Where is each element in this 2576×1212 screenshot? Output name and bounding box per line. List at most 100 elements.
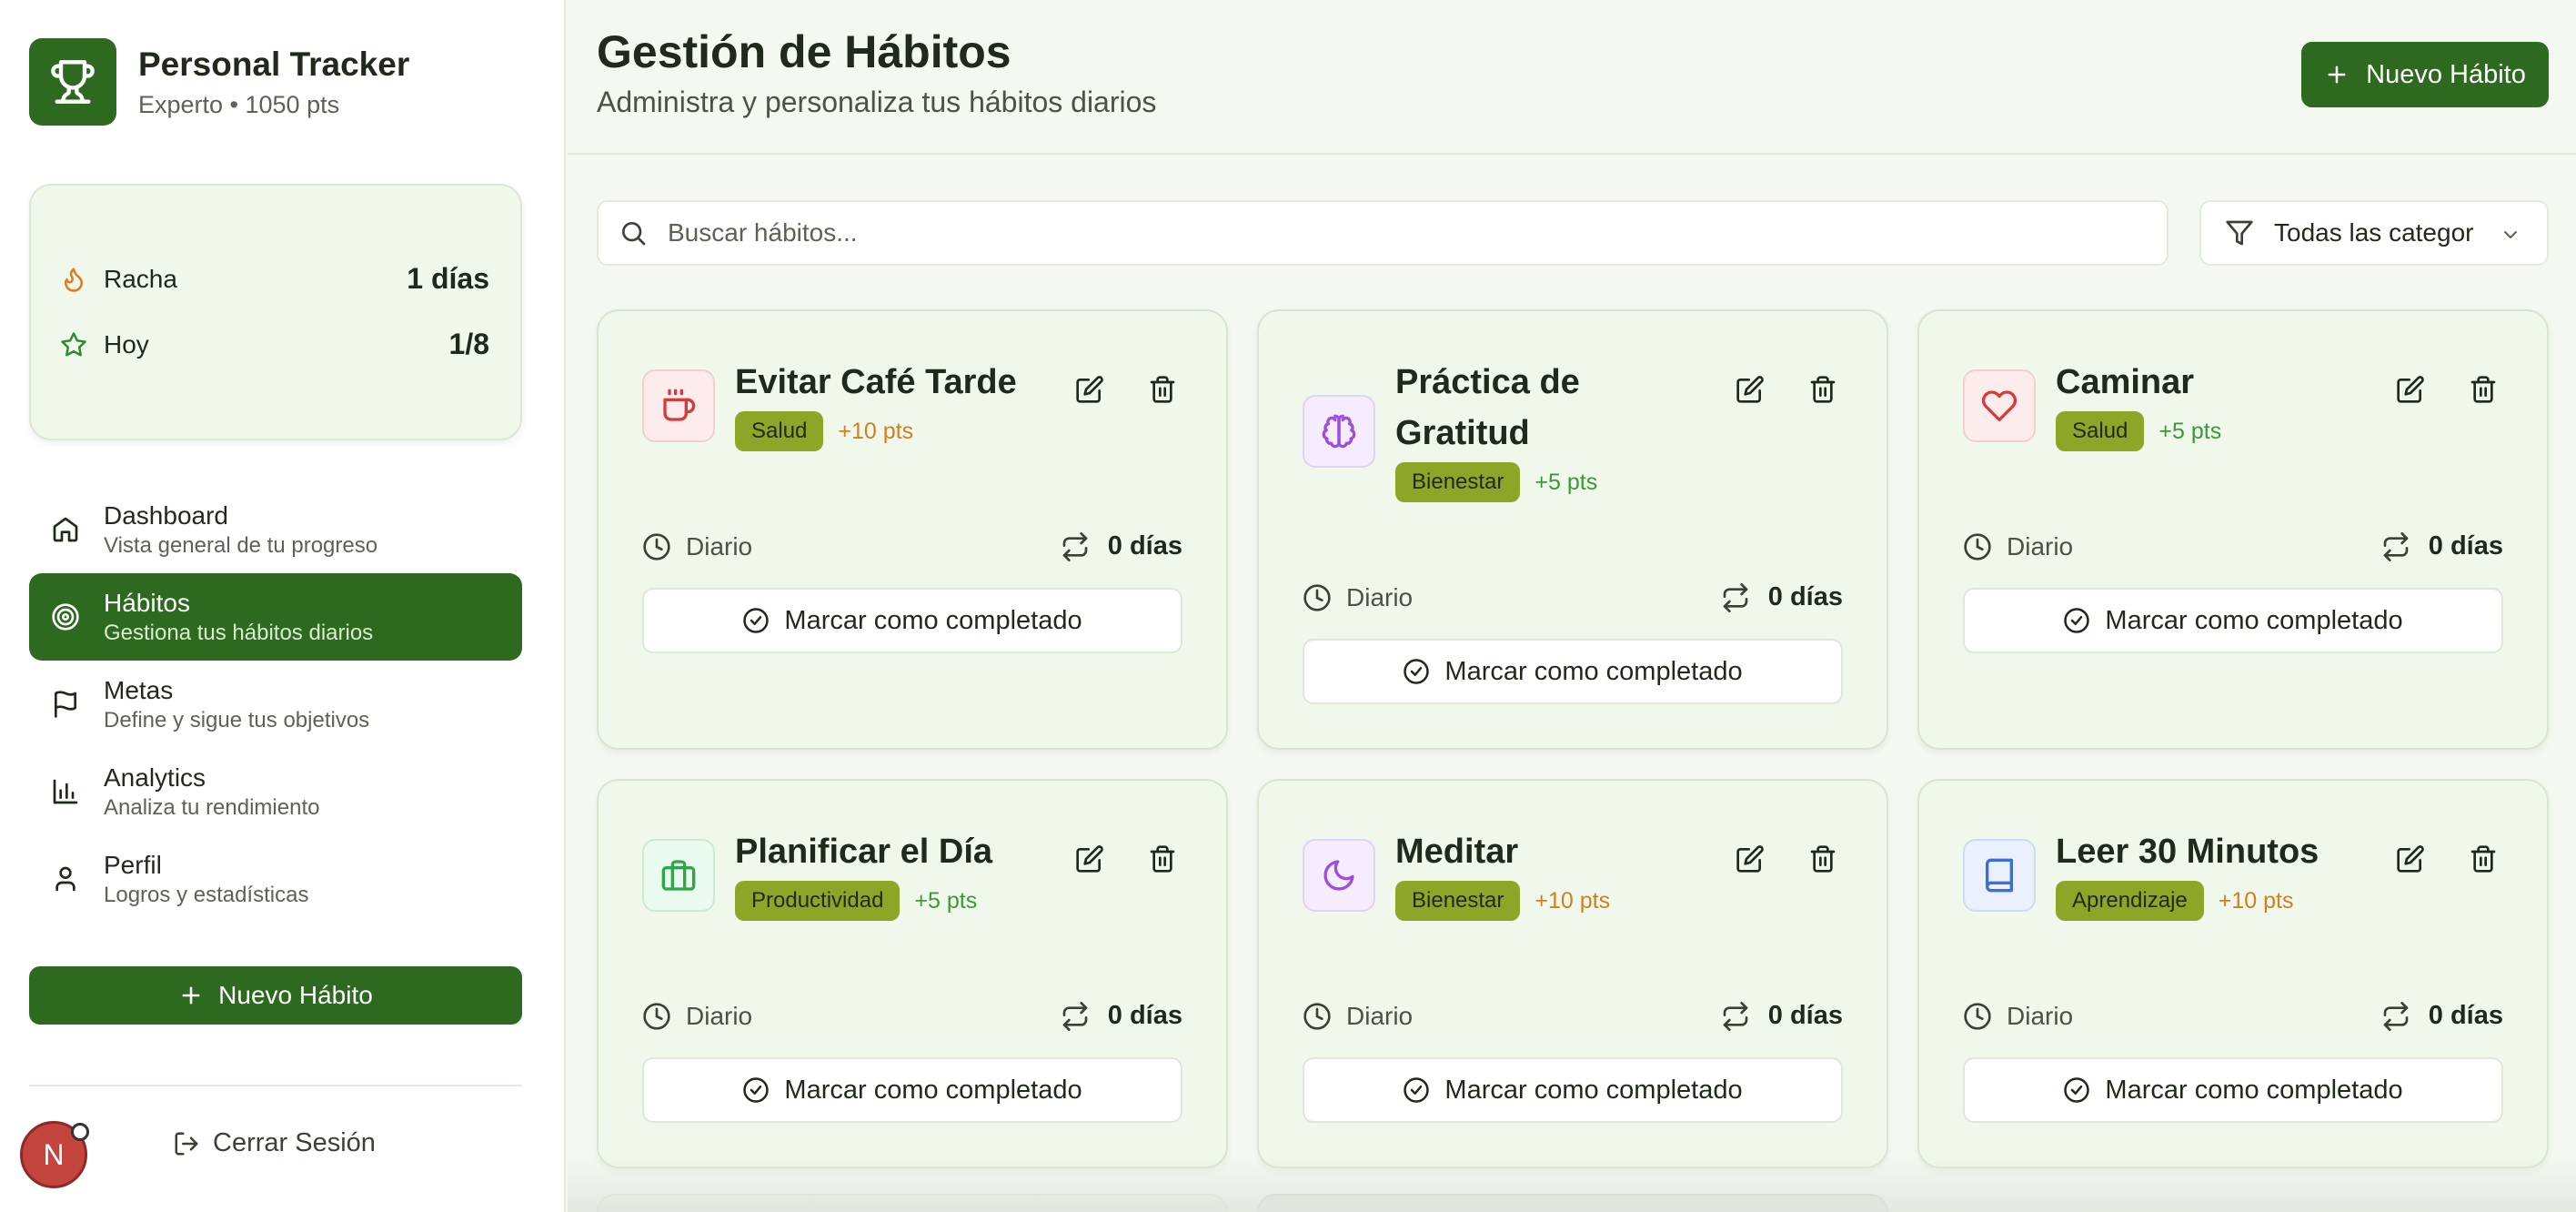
user-icon [49,863,82,895]
sidebar-item-analytics[interactable]: Analytics Analiza tu rendimiento [29,748,522,835]
star-icon [60,331,87,359]
category-badge: Salud [735,411,824,451]
category-filter-select[interactable]: Todas las categorías [2199,200,2549,266]
repeat-icon [1061,531,1090,561]
filter-icon [2225,218,2254,247]
nav-title: Analytics [104,763,206,792]
habit-card: Leer 30 Minutos Aprendizaje +10 pts Diar… [1917,779,2549,1168]
nav-title: Metas [104,675,174,704]
page-header: Gestión de Hábitos Administra y personal… [568,0,2576,155]
mark-complete-button[interactable]: Marcar como completado [642,588,1182,653]
book-icon [1963,839,2036,912]
trash-icon[interactable] [1144,371,1181,408]
mark-complete-label: Marcar como completado [784,605,1082,635]
app-subtitle: Experto • 1050 pts [138,90,340,118]
habit-title: Meditar [1395,833,1519,871]
category-badge: Salud [2056,411,2145,451]
mark-complete-button[interactable]: Marcar como completado [1303,639,1843,704]
habit-streak: 0 días [2428,531,2503,561]
habit-card: Caminar Salud +5 pts Diario 0 días Marca… [1917,309,2549,750]
trash-icon[interactable] [1144,841,1181,877]
avatar-status-dot [71,1123,89,1141]
points-badge: +5 pts [1535,469,1598,495]
mark-complete-button[interactable]: Marcar como completado [1963,1057,2503,1123]
mark-complete-label: Marcar como completado [2105,1075,2403,1105]
trash-icon[interactable] [2465,371,2501,408]
clock-icon [1963,1002,1992,1031]
habit-frequency: Diario [2007,531,2074,561]
sidebar-item-perfil[interactable]: Perfil Logros y estadísticas [29,835,522,923]
plus-icon [178,983,204,1008]
target-icon [49,601,82,633]
edit-icon[interactable] [2392,841,2429,877]
trash-icon[interactable] [1805,841,1841,877]
sidebar-item-metas[interactable]: Metas Define y sigue tus objetivos [29,661,522,748]
habit-card: Planificar el Día Productividad +5 pts D… [597,779,1228,1168]
trash-icon[interactable] [1805,371,1841,408]
sidebar: Personal Tracker Experto • 1050 pts Rach… [0,0,566,1212]
today-label: Hoy [104,329,149,359]
flag-icon [49,688,82,721]
app-title: Personal Tracker [138,45,410,84]
habit-title: Leer 30 Minutos [2056,833,2319,871]
check-circle-icon [2063,607,2090,634]
check-circle-icon [1403,1076,1430,1104]
edit-icon[interactable] [1732,371,1768,408]
check-circle-icon [2063,1076,2090,1104]
streak-row: Racha 1 días [60,262,489,296]
repeat-icon [1061,1001,1090,1031]
clock-icon [1303,1002,1332,1031]
brand[interactable]: Personal Tracker Experto • 1050 pts [29,38,409,126]
nav-subtitle: Define y sigue tus objetivos [104,707,370,732]
mark-complete-label: Marcar como completado [2105,605,2403,635]
edit-icon[interactable] [2392,371,2429,408]
sidebar-item-habitos[interactable]: Hábitos Gestiona tus hábitos diarios [29,573,522,661]
briefcase-icon [642,839,715,912]
points-badge: +5 pts [2158,418,2222,444]
mark-complete-button[interactable]: Marcar como completado [642,1057,1182,1123]
habit-frequency: Diario [2007,1001,2074,1030]
trophy-icon [29,38,116,126]
coffee-icon [642,369,715,442]
habit-streak: 0 días [1107,531,1182,561]
mark-complete-button[interactable]: Marcar como completado [1963,588,2503,653]
moon-icon [1303,839,1375,912]
mark-complete-label: Marcar como completado [1444,656,1743,686]
sidebar-new-habit-button[interactable]: Nuevo Hábito [29,966,522,1025]
sidebar-item-dashboard[interactable]: Dashboard Vista general de tu progreso [29,486,522,573]
stats-card: Racha 1 días Hoy 1/8 [29,184,522,440]
mark-complete-label: Marcar como completado [784,1075,1082,1105]
habit-frequency: Diario [686,531,753,561]
habit-streak: 0 días [1767,582,1843,611]
sidebar-new-habit-label: Nuevo Hábito [218,981,373,1009]
brain-icon [1303,395,1375,468]
mark-complete-button[interactable]: Marcar como completado [1303,1057,1843,1123]
nav-subtitle: Vista general de tu progreso [104,532,378,558]
edit-icon[interactable] [1732,841,1768,877]
nav-subtitle: Gestiona tus hábitos diarios [104,620,374,645]
habit-title: Planificar el Día [735,833,993,871]
logout-button[interactable]: Cerrar Sesión [173,1128,376,1158]
repeat-icon [1721,582,1750,612]
habit-frequency: Diario [686,1001,753,1030]
edit-icon[interactable] [1072,841,1108,877]
streak-label: Racha [104,264,177,293]
points-badge: +10 pts [2218,887,2294,914]
page-subtitle: Administra y personaliza tus hábitos dia… [597,86,1157,118]
search-input[interactable] [668,218,2123,247]
points-badge: +10 pts [838,418,914,444]
logout-icon [173,1130,200,1157]
edit-icon[interactable] [1072,371,1108,408]
new-habit-button[interactable]: Nuevo Hábito [2301,42,2549,107]
clock-icon [1303,583,1332,612]
home-icon [49,513,82,546]
divider [29,1085,522,1086]
habit-card: Práctica de Gratitud Bienestar +5 pts Di… [1257,309,1888,750]
trash-icon[interactable] [2465,841,2501,877]
search-icon [619,218,648,247]
clock-icon [642,1002,671,1031]
clock-icon [642,532,671,561]
check-circle-icon [742,1076,770,1104]
streak-value: 1 días [407,262,489,295]
nav-title: Dashboard [104,500,228,530]
